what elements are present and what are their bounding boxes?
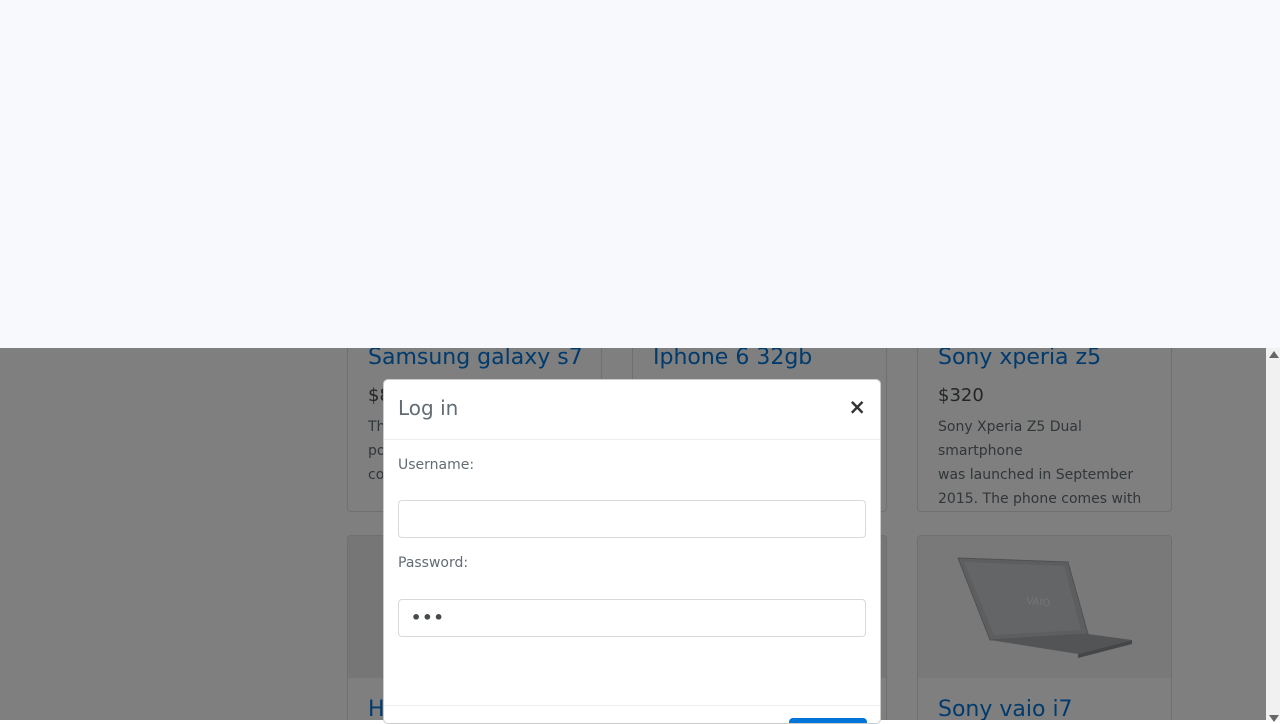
modal-footer-divider (384, 705, 880, 706)
username-input[interactable] (398, 500, 866, 538)
username-label: Username: (398, 457, 475, 473)
scroll-up-arrow-icon[interactable] (1269, 351, 1279, 358)
password-label: Password: (398, 555, 469, 571)
blank-top-area (0, 0, 1280, 348)
login-submit-button[interactable] (789, 718, 867, 723)
vertical-scrollbar[interactable] (1266, 348, 1280, 722)
close-button[interactable]: × (848, 397, 866, 418)
login-modal: Log in × Username: Password: ••• (383, 379, 881, 724)
modal-title: Log in (398, 396, 459, 420)
password-input[interactable]: ••• (398, 599, 866, 637)
scroll-down-arrow-icon[interactable] (1269, 715, 1279, 722)
modal-header: Log in × (384, 380, 880, 440)
